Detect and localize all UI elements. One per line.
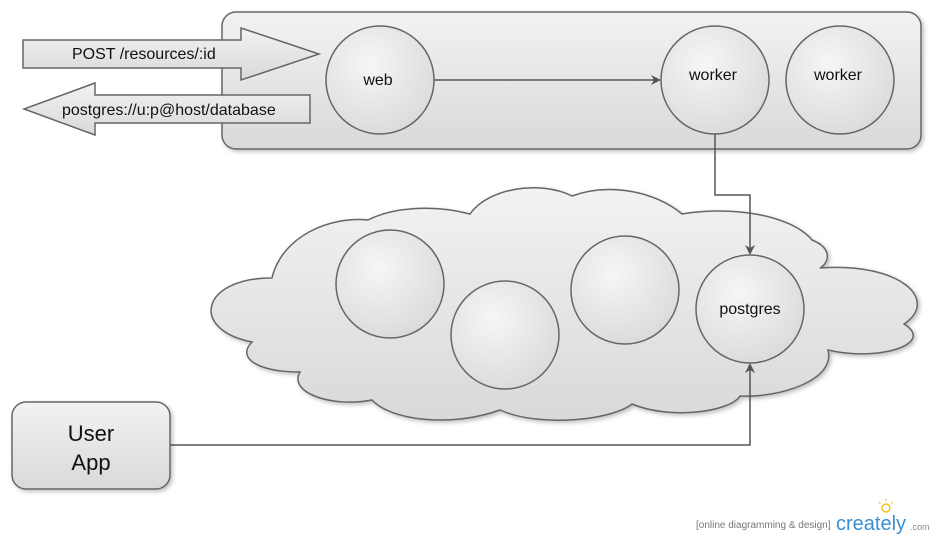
cloud-node-3	[570, 235, 680, 345]
cloud-shape	[210, 187, 918, 422]
diagram-svg: POST /resources/:id postgres://u:p@host/…	[11, 11, 930, 535]
postgres-node-label: postgres	[719, 301, 780, 318]
logo-suffix: .com	[910, 522, 930, 532]
branding-tagline: [online diagramming & design]	[696, 520, 831, 531]
worker-node-1-label: worker	[688, 67, 738, 84]
db-url-arrow-label: postgres://u:p@host/database	[62, 102, 276, 119]
worker-node-2-label: worker	[813, 67, 863, 84]
request-arrow-label: POST /resources/:id	[72, 46, 216, 63]
lightbulb-icon	[878, 499, 894, 513]
diagram-canvas: POST /resources/:id postgres://u:p@host/…	[0, 0, 934, 540]
logo-text: creately	[836, 513, 906, 535]
user-app-line1: User	[68, 421, 114, 446]
cloud-node-1	[335, 229, 445, 339]
web-node-label: web	[362, 72, 392, 89]
creately-logo[interactable]: creately .com	[836, 499, 930, 535]
user-app-line2: App	[71, 450, 110, 475]
cloud-node-2	[450, 280, 560, 390]
